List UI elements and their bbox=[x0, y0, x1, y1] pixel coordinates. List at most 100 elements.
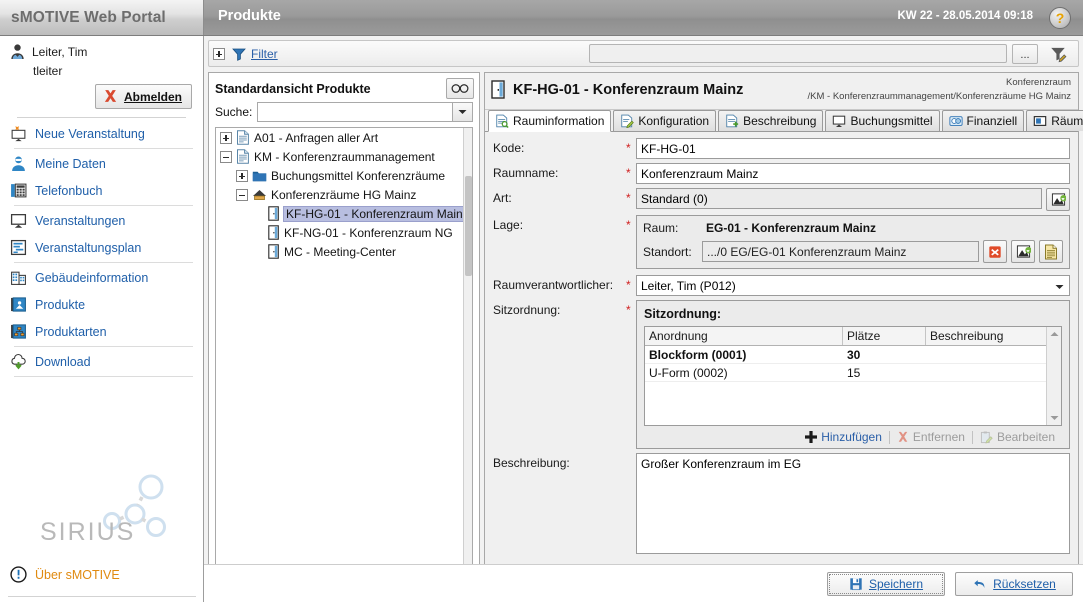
filter-expand-toggle[interactable] bbox=[213, 47, 225, 60]
sidebar-item-meine-daten[interactable]: Meine Daten bbox=[0, 150, 203, 177]
lage-raum-row: Raum: EG-01 - Konferenzraum Mainz bbox=[643, 221, 1063, 235]
sidebar-item-veranstaltungen[interactable]: Veranstaltungen bbox=[0, 207, 203, 234]
room-icon bbox=[268, 225, 279, 240]
tree-node-label: KF-HG-01 - Konferenzraum Mainz bbox=[283, 205, 472, 222]
search-combo[interactable] bbox=[257, 102, 473, 122]
tab-buchungsmittel[interactable]: Buchungsmittel bbox=[825, 110, 940, 131]
lage-document-button[interactable] bbox=[1039, 240, 1063, 263]
building-icon bbox=[11, 271, 26, 285]
sidebar-item-telefonbuch[interactable]: Telefonbuch bbox=[0, 177, 203, 204]
sidebar-item-produktarten[interactable]: Produktarten bbox=[0, 318, 203, 345]
tree-node-label: MC - Meeting-Center bbox=[284, 244, 397, 259]
about-smotive-link[interactable]: Über sMOTIVE bbox=[10, 566, 120, 583]
beschreibung-textarea[interactable]: Großer Konferenzraum im EG bbox=[636, 453, 1070, 554]
tree-expand-icon[interactable] bbox=[236, 169, 248, 182]
action-bar: Speichern Rücksetzen bbox=[204, 564, 1083, 602]
raumverantwortlicher-value: Leiter, Tim (P012) bbox=[641, 278, 736, 293]
tab-finanziell[interactable]: Finanziell bbox=[941, 110, 1025, 131]
tab-konfiguration[interactable]: Konfiguration bbox=[613, 110, 717, 131]
main-area: Filter ... Standardansicht Produkte Such… bbox=[204, 36, 1083, 602]
lage-lookup-button[interactable] bbox=[1011, 240, 1035, 263]
cell-plaetze: 15 bbox=[847, 365, 861, 380]
field-row-art: Art: * bbox=[493, 188, 1070, 211]
tree-node[interactable]: A01 - Anfragen aller Art bbox=[216, 128, 472, 147]
tree-node-label: A01 - Anfragen aller Art bbox=[254, 130, 379, 145]
action-entfernen: Entfernen bbox=[890, 430, 972, 444]
help-icon[interactable]: ? bbox=[1049, 7, 1071, 29]
field-row-beschreibung: Beschreibung: Großer Konferenzraum im EG bbox=[493, 453, 1070, 557]
art-lookup-button[interactable] bbox=[1046, 188, 1070, 211]
binoculars-icon[interactable] bbox=[446, 78, 474, 99]
sidebar-divider-5 bbox=[14, 346, 193, 347]
art-input[interactable] bbox=[636, 188, 1042, 209]
table-row[interactable]: U-Form (0002) 15 bbox=[645, 364, 1046, 382]
tab-beschreibung[interactable]: Beschreibung bbox=[718, 110, 824, 131]
raumverantwortlicher-control: Leiter, Tim (P012) bbox=[636, 275, 1070, 296]
field-row-sitzordnung: Sitzordnung: * Sitzordnung: Anordnung Pl… bbox=[493, 300, 1070, 449]
tree-view[interactable]: A01 - Anfragen aller Art KM - Konferenzra… bbox=[215, 127, 473, 582]
tree-collapse-icon[interactable] bbox=[236, 188, 248, 201]
logout-button[interactable]: Abmelden bbox=[94, 84, 192, 109]
tree-node[interactable]: Buchungsmittel Konferenzräume bbox=[216, 166, 472, 185]
sidebar-item-download[interactable]: Download bbox=[0, 348, 203, 375]
art-label: Art: bbox=[493, 191, 512, 205]
chevron-up-glyph bbox=[1050, 332, 1058, 336]
scroll-down-icon[interactable] bbox=[1047, 411, 1061, 425]
sidebar-divider-2 bbox=[14, 148, 193, 149]
tree-expand-icon[interactable] bbox=[220, 131, 232, 144]
tree-node[interactable]: KF-HG-01 - Konferenzraum Mainz bbox=[216, 204, 472, 223]
raumverantwortlicher-select[interactable]: Leiter, Tim (P012) bbox=[636, 275, 1070, 296]
tree-node[interactable]: MC - Meeting-Center bbox=[216, 242, 472, 261]
kode-input[interactable] bbox=[636, 138, 1070, 159]
sidebar-item-label: Telefonbuch bbox=[35, 183, 103, 198]
tree-scroll-thumb[interactable] bbox=[465, 176, 472, 276]
room-icon bbox=[491, 80, 505, 99]
search-label: Suche: bbox=[215, 105, 253, 119]
lage-clear-button[interactable] bbox=[983, 240, 1007, 263]
beschreibung-label: Beschreibung: bbox=[493, 456, 570, 470]
tab-r-ume[interactable]: Räume bbox=[1026, 110, 1083, 131]
document-icon bbox=[237, 149, 249, 164]
sitzordnung-scrollbar[interactable] bbox=[1046, 327, 1061, 425]
scroll-up-icon[interactable] bbox=[1047, 327, 1061, 341]
field-row-lage: Lage: * Raum: EG-01 - Konferenzraum Main… bbox=[493, 215, 1070, 269]
save-button[interactable]: Speichern bbox=[827, 571, 945, 596]
page-title: Produkte bbox=[218, 8, 281, 24]
filter-link[interactable]: Filter bbox=[251, 47, 278, 61]
sidebar-item-neue-veranstaltung[interactable]: Neue Veranstaltung bbox=[0, 120, 203, 147]
booking-resource-icon bbox=[833, 115, 846, 127]
tree-vertical-scrollbar[interactable] bbox=[463, 128, 472, 581]
lage-label: Lage: bbox=[493, 218, 524, 232]
action-hinzuf-gen[interactable]: Hinzufügen bbox=[798, 430, 889, 444]
room-info-icon bbox=[496, 114, 509, 128]
house-icon bbox=[253, 189, 266, 200]
search-input[interactable] bbox=[258, 103, 452, 121]
clear-icon bbox=[989, 245, 1001, 258]
table-row[interactable]: Blockform (0001) 30 bbox=[645, 346, 1046, 364]
search-dropdown-arrow-icon[interactable] bbox=[452, 103, 472, 121]
filter-more-button[interactable]: ... bbox=[1012, 43, 1038, 64]
tree-node[interactable]: KF-NG-01 - Konferenzraum NG bbox=[216, 223, 472, 242]
filter-edit-icon[interactable] bbox=[1044, 43, 1072, 65]
lage-standort-value[interactable]: .../0 EG/EG-01 Konferenzraum Mainz bbox=[702, 241, 979, 262]
tree-collapse-icon[interactable] bbox=[220, 150, 232, 163]
lage-control: Raum: EG-01 - Konferenzraum Mainz Stando… bbox=[636, 215, 1070, 269]
chevron-down-icon bbox=[458, 110, 467, 114]
raumname-input[interactable] bbox=[636, 163, 1070, 184]
sidebar-item-veranstaltungsplan[interactable]: Veranstaltungsplan bbox=[0, 234, 203, 261]
sidebar-item-produkte[interactable]: Produkte bbox=[0, 291, 203, 318]
tree-node[interactable]: Konferenzräume HG Mainz bbox=[216, 185, 472, 204]
reset-button[interactable]: Rücksetzen bbox=[955, 571, 1073, 596]
tab-label: Buchungsmittel bbox=[850, 114, 933, 128]
sitzordnung-control: Sitzordnung: Anordnung Plätze Beschreibu… bbox=[636, 300, 1070, 449]
sidebar-item-gebaeudeinformation[interactable]: Gebäudeinformation bbox=[0, 264, 203, 291]
sidebar-item-label: Neue Veranstaltung bbox=[35, 126, 145, 141]
tab-rauminformation[interactable]: Rauminformation bbox=[488, 110, 612, 132]
tree-panel: Standardansicht Produkte Suche: A01 - An… bbox=[208, 72, 480, 598]
filter-input[interactable] bbox=[589, 44, 1007, 63]
about-label: Über sMOTIVE bbox=[35, 567, 120, 582]
user-data-icon bbox=[12, 156, 25, 171]
tree-node[interactable]: KM - Konferenzraummanagement bbox=[216, 147, 472, 166]
configuration-icon bbox=[621, 114, 635, 128]
art-control bbox=[636, 188, 1070, 211]
